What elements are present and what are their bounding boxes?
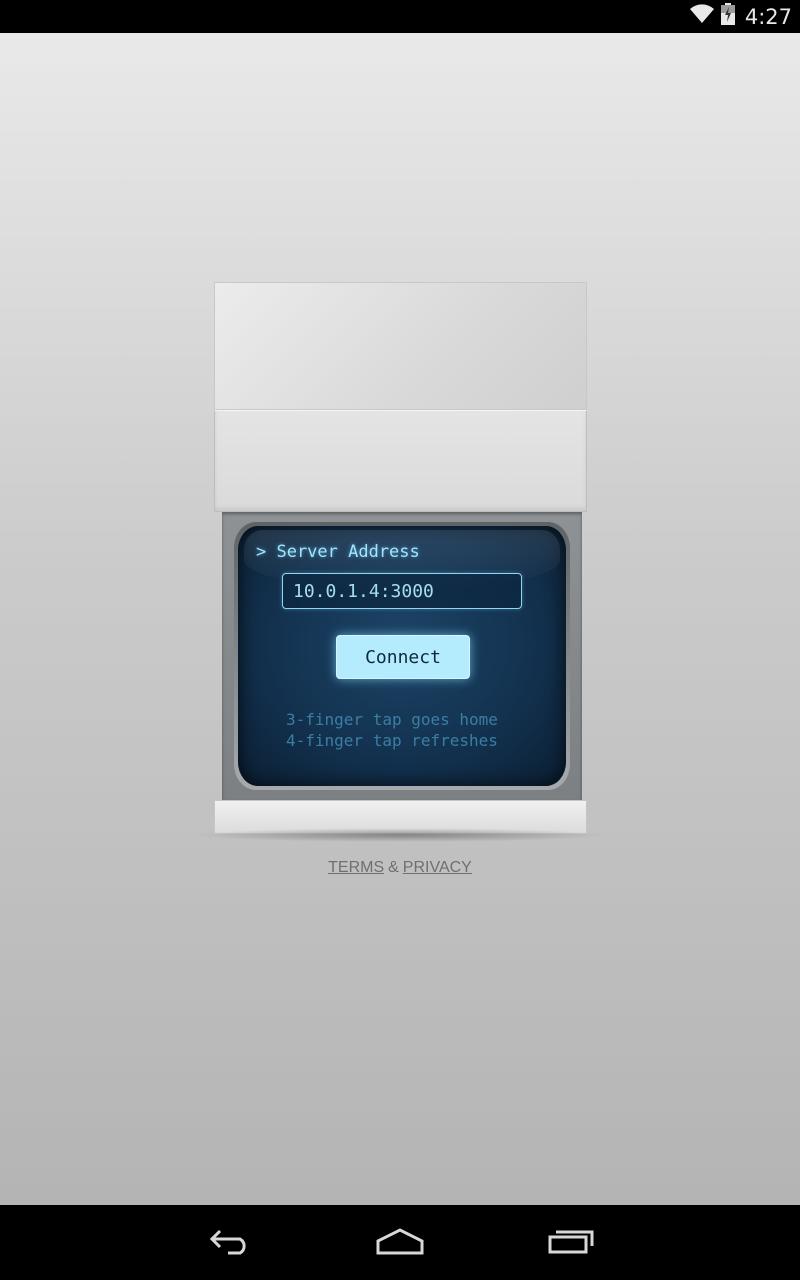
hint-home-gesture: 3-finger tap goes home	[286, 710, 498, 729]
connect-button[interactable]: Connect	[336, 635, 470, 679]
wifi-icon	[689, 4, 715, 29]
device-shadow	[192, 828, 609, 842]
screen-rim: > Server Address Connect 3-finger tap go…	[234, 522, 570, 790]
battery-icon	[720, 3, 735, 30]
terms-link[interactable]: TERMS	[328, 859, 384, 876]
app-content: > Server Address Connect 3-finger tap go…	[0, 33, 800, 1205]
server-address-label: > Server Address	[256, 542, 420, 562]
navigation-bar	[0, 1205, 800, 1280]
privacy-link[interactable]: PRIVACY	[403, 859, 472, 876]
status-icons: 4:27	[689, 0, 792, 33]
device-lid-bottom	[214, 410, 587, 512]
legal-links: TERMS & PRIVACY	[0, 859, 800, 877]
home-icon	[374, 1227, 426, 1260]
back-button[interactable]	[200, 1223, 260, 1263]
recent-apps-button[interactable]	[541, 1223, 601, 1263]
server-address-input[interactable]	[282, 573, 522, 609]
hint-refresh-gesture: 4-finger tap refreshes	[286, 731, 498, 750]
status-time: 4:27	[744, 4, 792, 29]
monitor-bezel: > Server Address Connect 3-finger tap go…	[222, 512, 582, 800]
links-separator: &	[388, 859, 399, 876]
crt-screen: > Server Address Connect 3-finger tap go…	[238, 526, 566, 786]
home-button[interactable]	[370, 1223, 430, 1263]
device-lid-top	[214, 282, 587, 410]
recent-apps-icon	[547, 1227, 595, 1260]
back-icon	[206, 1227, 254, 1260]
status-bar: 4:27	[0, 0, 800, 33]
